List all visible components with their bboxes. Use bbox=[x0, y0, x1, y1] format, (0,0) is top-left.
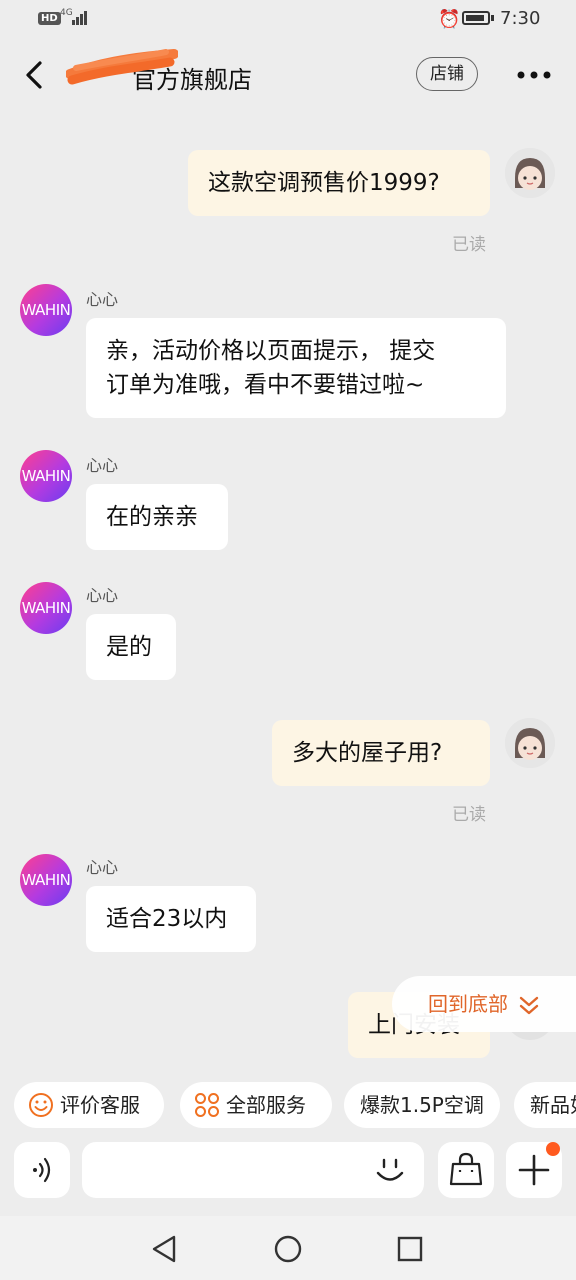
voice-button[interactable] bbox=[14, 1142, 70, 1198]
user-avatar[interactable] bbox=[505, 718, 555, 768]
signal-icon bbox=[72, 11, 87, 25]
quick-chip-rate-service[interactable]: 评价客服 bbox=[14, 1082, 164, 1128]
status-bar: HD 4G ⏰ 7:30 bbox=[0, 0, 576, 40]
more-options-icon[interactable] bbox=[516, 68, 552, 82]
grid-icon bbox=[195, 1092, 219, 1117]
message-bubble-incoming[interactable]: 是的 bbox=[86, 614, 176, 680]
emoji-icon[interactable] bbox=[370, 1150, 410, 1190]
shopping-bag-icon bbox=[449, 1152, 483, 1186]
system-nav-bar bbox=[0, 1216, 576, 1280]
chip-label: 爆款1.5P空调 bbox=[360, 1093, 484, 1117]
square-recent-icon[interactable] bbox=[395, 1234, 425, 1264]
back-to-bottom-label: 回到底部 bbox=[428, 992, 508, 1016]
shop-button[interactable]: 店铺 bbox=[416, 57, 478, 91]
shop-avatar[interactable]: WAHIN bbox=[20, 450, 72, 502]
message-bubble-outgoing[interactable]: 这款空调预售价1999? bbox=[188, 150, 490, 216]
read-status: 已读 bbox=[452, 805, 486, 825]
back-arrow-icon[interactable] bbox=[24, 56, 54, 94]
message-line: 订单为准哦，看中不要错过啦~ bbox=[106, 372, 425, 398]
user-avatar[interactable] bbox=[505, 148, 555, 198]
back-to-bottom-button[interactable]: 回到底部 bbox=[392, 976, 576, 1032]
chip-label: 评价客服 bbox=[60, 1093, 140, 1117]
quick-chip-hot-ac[interactable]: 爆款1.5P空调 bbox=[344, 1082, 500, 1128]
shopping-bag-button[interactable] bbox=[438, 1142, 494, 1198]
sender-name: 心心 bbox=[86, 858, 119, 877]
message-bubble-outgoing[interactable]: 多大的屋子用? bbox=[272, 720, 490, 786]
read-status: 已读 bbox=[452, 235, 486, 255]
shop-avatar[interactable]: WAHIN bbox=[20, 854, 72, 906]
redaction-scribble bbox=[66, 49, 178, 85]
shop-avatar[interactable]: WAHIN bbox=[20, 582, 72, 634]
message-bubble-incoming[interactable]: 亲，活动价格以页面提示， 提交 订单为准哦，看中不要错过啦~ bbox=[86, 318, 506, 418]
chip-label: 新品如 bbox=[530, 1093, 576, 1117]
double-chevron-down-icon bbox=[520, 996, 539, 1014]
sender-name: 心心 bbox=[86, 456, 119, 475]
smile-icon bbox=[29, 1092, 53, 1117]
circle-home-icon[interactable] bbox=[273, 1234, 303, 1264]
message-input[interactable] bbox=[82, 1142, 424, 1198]
sender-name: 心心 bbox=[86, 586, 119, 605]
alarm-icon: ⏰ bbox=[438, 9, 461, 30]
triangle-back-icon[interactable] bbox=[150, 1234, 180, 1264]
voice-icon bbox=[33, 1157, 51, 1183]
sender-name: 心心 bbox=[86, 290, 119, 309]
message-bubble-incoming[interactable]: 适合23以内 bbox=[86, 886, 256, 952]
clock: 7:30 bbox=[500, 8, 541, 29]
chip-label: 全部服务 bbox=[226, 1093, 306, 1117]
message-line: 亲，活动价格以页面提示， 提交 bbox=[106, 338, 436, 364]
quick-chip-new-products[interactable]: 新品如 bbox=[514, 1082, 576, 1128]
message-bubble-incoming[interactable]: 在的亲亲 bbox=[86, 484, 228, 550]
shop-avatar[interactable]: WAHIN bbox=[20, 284, 72, 336]
hd-indicator: HD bbox=[38, 12, 61, 25]
battery-icon bbox=[462, 11, 490, 25]
notification-badge bbox=[546, 1142, 560, 1156]
quick-chip-all-services[interactable]: 全部服务 bbox=[180, 1082, 332, 1128]
